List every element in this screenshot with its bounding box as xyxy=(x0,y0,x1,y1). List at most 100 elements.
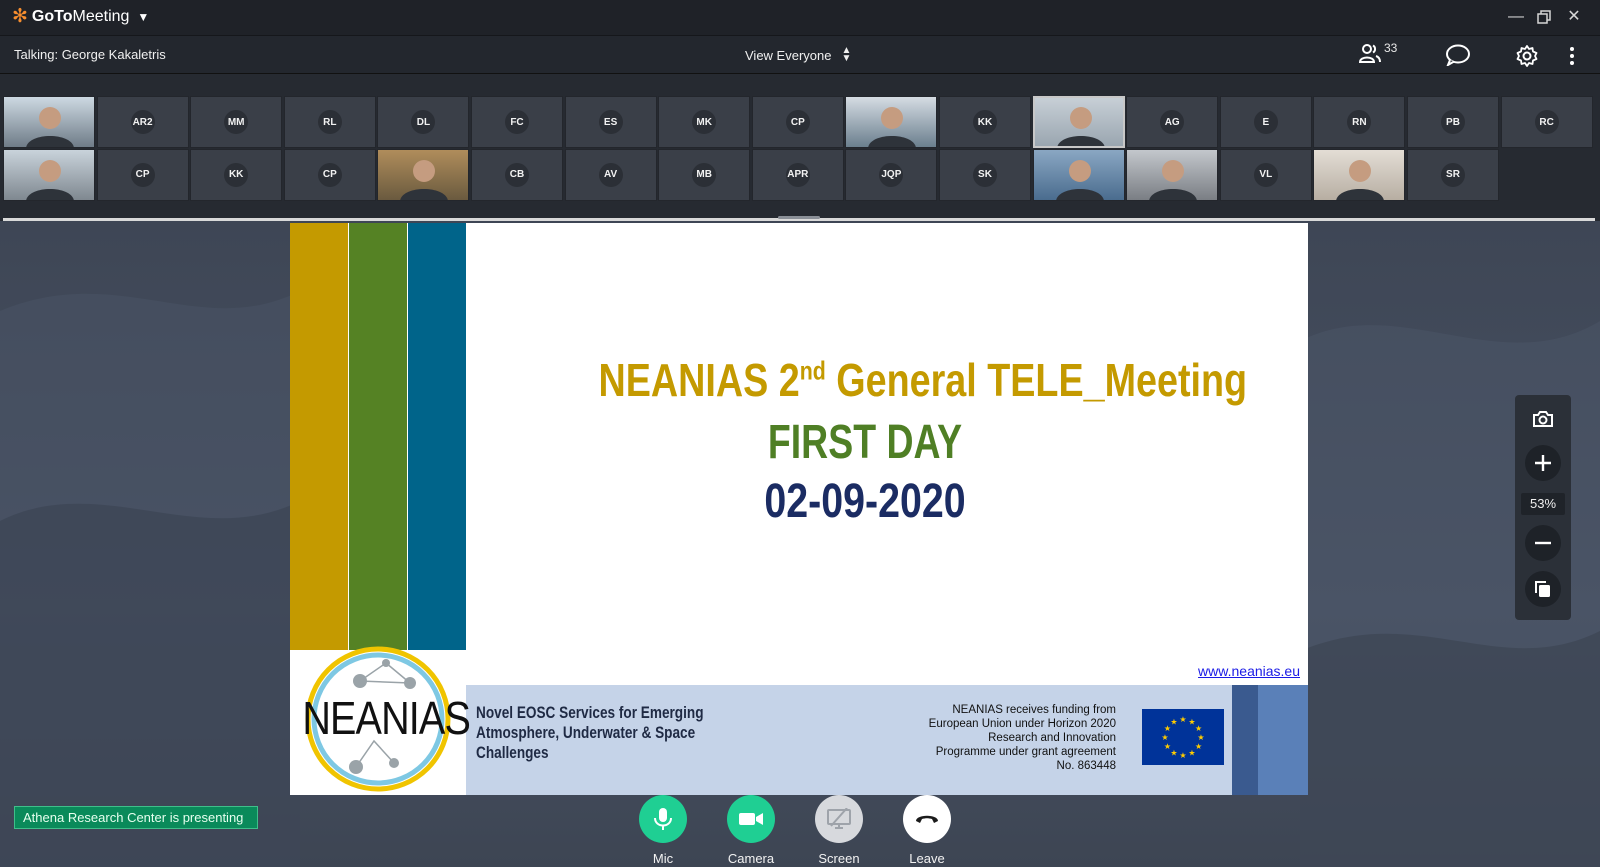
neanias-wordmark: NEANIAS xyxy=(302,692,471,744)
participant-tile[interactable]: CB xyxy=(471,148,563,201)
restore-icon[interactable] xyxy=(1532,6,1556,28)
zoom-level: 53% xyxy=(1521,493,1565,515)
participant-tile[interactable]: VL xyxy=(1219,148,1312,201)
zoom-in-icon[interactable] xyxy=(1525,445,1561,481)
participant-video-feed xyxy=(868,107,916,147)
participant-initials: SK xyxy=(973,162,997,187)
participant-video-tile[interactable] xyxy=(3,148,95,201)
eu-flag-icon: ★ ★ ★ ★ ★ ★ ★ ★ ★ ★ ★ ★ xyxy=(1142,709,1224,765)
participant-tile[interactable]: ES xyxy=(564,96,657,148)
participant-video-tile[interactable] xyxy=(1032,148,1125,201)
participant-tile[interactable]: RL xyxy=(283,96,376,148)
participant-initials: MB xyxy=(692,162,717,187)
brand-prefix: GoTo xyxy=(31,7,73,25)
participant-tile[interactable]: DL xyxy=(377,96,470,148)
sort-updown-icon: ▲ ▼ xyxy=(841,45,852,64)
gotomeeting-flower-icon: ✻ xyxy=(12,6,28,27)
view-mode-selector[interactable]: View Everyone ▲ ▼ xyxy=(745,45,852,64)
participant-tile[interactable]: CP xyxy=(283,148,376,201)
meeting-toolbar: Talking: George Kakaletris View Everyone… xyxy=(0,36,1600,74)
desc-line: Novel EOSC Services for Emerging xyxy=(476,703,704,722)
minimize-icon[interactable]: — xyxy=(1504,6,1528,28)
participant-tile[interactable]: KK xyxy=(939,96,1031,148)
participant-tile[interactable]: RC xyxy=(1500,96,1593,148)
svg-text:★: ★ xyxy=(1195,742,1202,751)
svg-text:★: ★ xyxy=(1179,715,1186,724)
participant-tile[interactable]: AV xyxy=(564,148,657,201)
view-mode-label: View Everyone xyxy=(745,47,832,63)
participant-initials: FC xyxy=(505,110,529,134)
video-camera-icon[interactable] xyxy=(727,795,775,843)
participant-tile[interactable]: SR xyxy=(1407,148,1499,201)
close-icon[interactable]: ✕ xyxy=(1562,6,1586,28)
participant-initials: CP xyxy=(130,162,155,187)
participant-tile[interactable]: CP xyxy=(96,148,189,201)
participant-tile[interactable]: CP xyxy=(751,96,844,148)
camera-snapshot-icon[interactable] xyxy=(1525,401,1561,437)
participant-initials: CP xyxy=(785,110,810,134)
leave-label: Leave xyxy=(909,851,945,866)
participant-video-feed xyxy=(26,107,74,147)
chevron-down-icon[interactable]: ▼ xyxy=(137,10,149,24)
participant-video-tile[interactable] xyxy=(3,96,95,148)
mic-label: Mic xyxy=(652,851,674,866)
participant-tile[interactable]: RN xyxy=(1313,96,1406,148)
funding-line: NEANIAS receives funding from xyxy=(952,704,1116,716)
participant-initials: AR2 xyxy=(130,110,155,134)
funding-line: Programme under grant agreement xyxy=(935,746,1116,758)
participant-tile[interactable]: KK xyxy=(190,148,283,201)
participant-video-tile[interactable] xyxy=(377,148,470,201)
participant-video-tile[interactable] xyxy=(1313,148,1406,201)
divider-handle[interactable] xyxy=(778,216,820,219)
participant-initials: SR xyxy=(1441,162,1465,187)
participant-tile[interactable]: JQP xyxy=(845,148,938,201)
participant-tile[interactable]: AR2 xyxy=(96,96,189,148)
mic-icon[interactable] xyxy=(639,795,687,843)
participant-tile[interactable]: APR xyxy=(751,148,844,201)
participant-video-tile[interactable] xyxy=(845,96,938,148)
participant-video-tile[interactable] xyxy=(1032,96,1125,148)
participant-tile[interactable]: MB xyxy=(658,148,751,201)
shared-slide: NEANIAS 2nd General TELE_Meeting FIRST D… xyxy=(290,223,1308,795)
screen-share-icon[interactable] xyxy=(815,795,863,843)
participant-video-feed xyxy=(1336,159,1384,200)
svg-text:★: ★ xyxy=(1170,717,1177,726)
funding-line: Research and Innovation xyxy=(988,732,1116,744)
svg-text:★: ★ xyxy=(1195,724,1202,733)
pop-out-icon[interactable] xyxy=(1525,571,1561,607)
hang-up-icon[interactable] xyxy=(903,795,951,843)
participant-tile[interactable]: SK xyxy=(939,148,1031,201)
participant-tile[interactable]: PB xyxy=(1407,96,1499,148)
participant-initials: VL xyxy=(1253,162,1278,187)
participant-tile[interactable]: MM xyxy=(190,96,283,148)
participant-tile[interactable]: AG xyxy=(1126,96,1219,148)
slide-url-link[interactable]: www.neanias.eu xyxy=(1198,663,1300,679)
zoom-out-icon[interactable] xyxy=(1525,525,1561,561)
screen-share-control[interactable]: Screen xyxy=(809,795,869,866)
leave-control[interactable]: Leave xyxy=(897,795,957,866)
footer-stripe-dark xyxy=(1232,685,1258,795)
app-logo[interactable]: ✻ GoToMeeting ▼ xyxy=(12,7,149,26)
participant-initials: MK xyxy=(692,110,717,134)
camera-control[interactable]: Camera xyxy=(721,795,781,866)
gear-icon[interactable] xyxy=(1515,44,1539,73)
participant-video-tile[interactable] xyxy=(1126,148,1219,201)
slide-bar-blue xyxy=(408,223,466,650)
participant-initials: RL xyxy=(317,110,342,134)
mic-control[interactable]: Mic xyxy=(633,795,693,866)
attendees-button[interactable]: 33 xyxy=(1358,41,1397,64)
participant-grid: AR2 MM RL DL FC ES MK CP KK AG E RN PB RC CP KK CP CB AV MB… xyxy=(3,96,1595,202)
screen-label: Screen xyxy=(818,851,860,866)
participant-initials: RN xyxy=(1347,110,1372,134)
chat-icon[interactable] xyxy=(1445,44,1471,71)
participant-tile[interactable]: E xyxy=(1219,96,1312,148)
participant-video-feed xyxy=(1057,107,1104,146)
participant-video-feed xyxy=(26,159,74,200)
participant-initials: CB xyxy=(505,162,529,187)
participant-tile[interactable]: FC xyxy=(471,96,563,148)
participant-initials: ES xyxy=(598,110,623,134)
participant-initials: AG xyxy=(1160,110,1185,134)
more-options-icon[interactable] xyxy=(1569,46,1575,71)
slide-date: 02-09-2020 xyxy=(764,475,966,528)
participant-tile[interactable]: MK xyxy=(658,96,751,148)
